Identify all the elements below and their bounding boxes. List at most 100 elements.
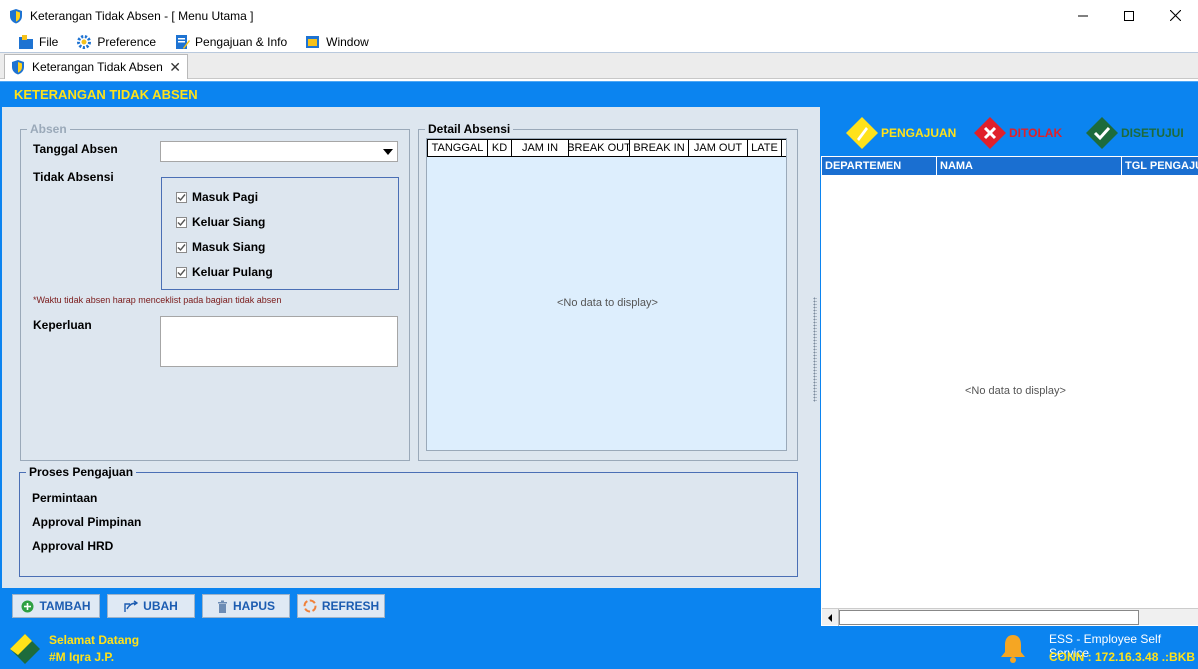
detail-grid-header: TANGGAL KD JAM IN BREAK OUT BREAK IN JAM… [427,139,786,157]
check-icon [177,218,186,226]
status-bar: Selamat Datang #M Iqra J.P. ESS - Employ… [0,626,1198,669]
checkbox[interactable] [176,241,187,253]
absen-legend: Absen [30,122,67,136]
action-button-bar: TAMBAH UBAH HAPUS REFRESH [0,588,820,626]
checkbox[interactable] [176,216,187,228]
minimize-button[interactable] [1060,0,1106,31]
tab-close-icon[interactable]: ✕ [169,59,181,76]
pengajuan-grid-body[interactable]: <No data to display> [822,175,1198,608]
detail-empty-text: <No data to display> [557,297,658,309]
menu-preference[interactable]: Preference [76,34,156,50]
check-icon [177,193,186,201]
proses-approval-hrd: Approval HRD [32,539,114,553]
column-header[interactable]: KD [488,140,512,156]
menu-pengajuan-info[interactable]: Pengajuan & Info [174,34,287,50]
notification-bell-icon[interactable] [998,632,1028,663]
tanggal-absen-combo[interactable] [160,141,398,162]
check-label: Masuk Pagi [192,190,259,204]
status-disetujui-label: DISETUJUI [1121,126,1184,140]
proses-approval-pimpinan: Approval Pimpinan [32,515,142,529]
check-keluar-pulang[interactable]: Keluar Pulang [176,265,273,279]
horizontal-scrollbar[interactable] [822,608,1198,626]
title-bar: Keterangan Tidak Absen - [ Menu Utama ] [0,0,1198,31]
column-header[interactable]: JAM OUT [689,140,748,156]
check-masuk-pagi[interactable]: Masuk Pagi [176,190,258,204]
column-header[interactable]: BREAK IN [630,140,689,156]
chevron-left-icon [828,613,832,622]
pengajuan-grid-header: DEPARTEMEN NAMA TGL PENGAJUAN [821,156,1198,175]
scrollbar-thumb[interactable] [839,610,1139,625]
column-header[interactable]: TANGGAL [427,140,488,156]
check-masuk-siang[interactable]: Masuk Siang [176,240,265,254]
detail-absensi-grid[interactable]: TANGGAL KD JAM IN BREAK OUT BREAK IN JAM… [426,138,787,451]
x-diamond-icon [974,117,1006,149]
refresh-label: REFRESH [321,599,380,613]
proses-pengajuan-legend: Proses Pengajuan [29,465,134,479]
check-label: Keluar Pulang [192,265,273,279]
menu-file-label: File [39,34,59,49]
ubah-button[interactable]: UBAH [107,594,195,618]
column-header[interactable]: TGL PENGAJUAN [1121,157,1198,175]
panel-splitter-handle[interactable] [813,297,817,402]
status-disetujui: DISETUJUI [1085,116,1184,150]
checkbox[interactable] [176,266,187,278]
tambah-button[interactable]: TAMBAH [12,594,100,618]
app-shield-icon [12,60,24,75]
column-header[interactable]: LATE [748,140,782,156]
menu-window-label: Window [326,34,369,49]
check-label: Keluar Siang [192,215,266,229]
menu-file[interactable]: File [18,34,58,50]
tidak-absensi-label: Tidak Absensi [33,170,114,184]
page-title: KETERANGAN TIDAK ABSEN [14,87,198,102]
status-ditolak: DITOLAK [973,116,1062,150]
check-diamond-icon [1086,117,1118,149]
column-header[interactable]: BREAK OUT [569,140,630,156]
tambah-label: TAMBAH [39,599,91,613]
status-pengajuan-label: PENGAJUAN [881,126,957,140]
document-tab-bar: Keterangan Tidak Absen ✕ [0,52,1198,79]
keperluan-input[interactable] [160,316,398,367]
menu-pengajuan-info-label: Pengajuan & Info [195,34,288,49]
refresh-button[interactable]: REFRESH [297,594,385,618]
pengajuan-list-panel: PENGAJUAN DITOLAK DISETUJUI DEPARTEMEN N… [820,107,1198,626]
plus-circle-icon [21,600,34,612]
edit-arrow-icon [124,599,139,612]
refresh-icon [303,599,317,613]
status-ditolak-label: DITOLAK [1009,126,1063,140]
hapus-button[interactable]: HAPUS [202,594,290,618]
proses-permintaan: Permintaan [32,491,98,505]
ubah-label: UBAH [143,599,178,613]
folder-icon [19,34,33,49]
app-shield-icon [10,8,22,23]
close-icon [1169,10,1181,21]
connection-info: CONN : 172.16.3.48 .:BKB [1049,650,1196,664]
column-header[interactable]: DEPARTEMEN [821,157,936,175]
chevron-down-icon[interactable] [383,149,393,155]
trash-icon [217,600,227,613]
maximize-button[interactable] [1106,0,1152,31]
tidak-absensi-checklist: Masuk Pagi Keluar Siang Masuk Siang Kelu… [161,177,399,290]
status-pengajuan: PENGAJUAN [845,116,956,150]
status-legend-bar: PENGAJUAN DITOLAK DISETUJUI [821,107,1198,156]
column-header[interactable]: NAMA [936,157,1121,175]
gear-icon [77,34,92,49]
checkbox[interactable] [176,191,187,203]
check-icon [177,243,186,251]
maximize-icon [1124,10,1134,21]
detail-absensi-legend: Detail Absensi [428,122,511,136]
tanggal-absen-label: Tanggal Absen [33,142,118,156]
column-header[interactable]: JAM IN [512,140,569,156]
scroll-left-button[interactable] [822,609,839,626]
menu-bar: File Preference Pengajuan & Info Window [0,31,1198,52]
pencil-diamond-icon [846,117,878,149]
welcome-text: Selamat Datang [49,633,140,647]
check-keluar-siang[interactable]: Keluar Siang [176,215,265,229]
keperluan-label: Keperluan [33,318,92,332]
pengajuan-empty-text: <No data to display> [965,385,1066,397]
check-label: Masuk Siang [192,240,266,254]
menu-window[interactable]: Window [305,34,369,50]
menu-preference-label: Preference [97,34,157,49]
close-button[interactable] [1152,0,1198,31]
tab-keterangan-tidak-absen[interactable]: Keterangan Tidak Absen ✕ [4,54,188,79]
window-title: Keterangan Tidak Absen - [ Menu Utama ] [30,8,254,23]
